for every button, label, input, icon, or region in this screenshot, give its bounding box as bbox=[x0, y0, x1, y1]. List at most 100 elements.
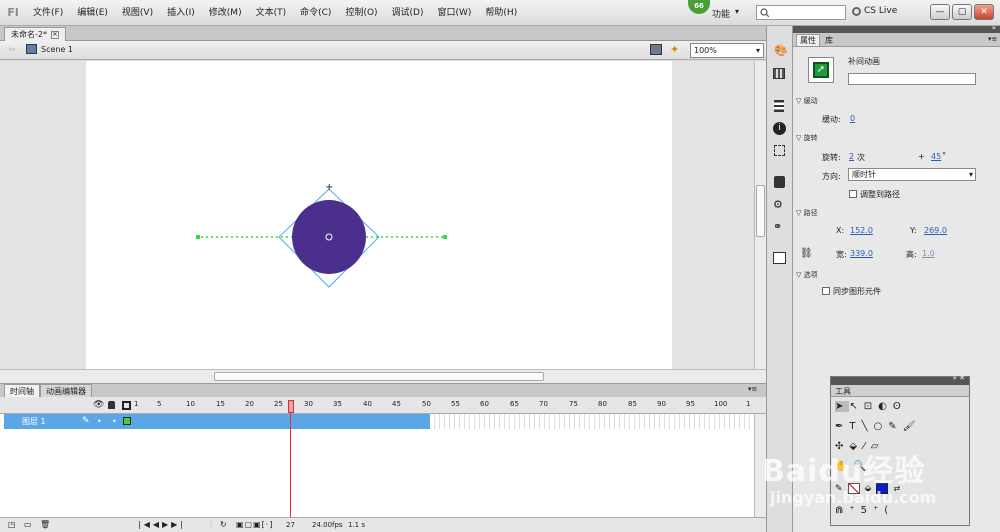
loop-icon[interactable]: ↻ bbox=[220, 520, 227, 529]
zoom-select[interactable]: 100% ▾ bbox=[690, 43, 764, 58]
sync-graphic-checkbox[interactable] bbox=[822, 287, 830, 295]
motion-presets-icon[interactable]: ⚙ bbox=[773, 198, 783, 211]
panel-menu-icon[interactable]: ▾≡ bbox=[748, 385, 757, 393]
tools-panel-header[interactable]: » ✕ bbox=[831, 374, 969, 385]
eye-icon[interactable]: 👁 bbox=[93, 400, 104, 410]
path-y-value[interactable]: 269.0 bbox=[924, 226, 947, 235]
menu-file[interactable]: 文件(F) bbox=[26, 0, 70, 26]
playhead-handle[interactable] bbox=[288, 400, 294, 413]
rotate-section-header[interactable]: ▽ 旋转 bbox=[796, 133, 998, 145]
center-frame-icon[interactable]: ⫶ bbox=[210, 520, 212, 530]
3d-rotation-icon[interactable]: ◐ bbox=[878, 401, 893, 412]
subselection-tool-icon[interactable]: ↖ bbox=[849, 401, 863, 412]
swatches-panel-icon[interactable] bbox=[773, 68, 785, 79]
menu-insert[interactable]: 插入(I) bbox=[160, 0, 202, 26]
path-x-value[interactable]: 152.0 bbox=[850, 226, 873, 235]
fps-value[interactable]: 24.00 bbox=[312, 521, 332, 529]
menu-modify[interactable]: 修改(M) bbox=[202, 0, 249, 26]
motion-path-end[interactable] bbox=[443, 235, 447, 239]
scroll-thumb[interactable] bbox=[214, 372, 544, 381]
menu-edit[interactable]: 编辑(E) bbox=[70, 0, 115, 26]
brush-tool-icon[interactable]: 🖌 bbox=[903, 421, 922, 432]
onion-skin-icon[interactable]: ▣▢▣[·] bbox=[236, 520, 273, 529]
horizontal-scrollbar[interactable] bbox=[0, 369, 766, 383]
vertical-scrollbar[interactable] bbox=[754, 61, 766, 369]
instance-name-input[interactable] bbox=[848, 73, 976, 85]
oval-tool-icon[interactable]: ○ bbox=[874, 421, 889, 432]
menu-window[interactable]: 窗口(W) bbox=[431, 0, 479, 26]
path-section-header[interactable]: ▽ 路径 bbox=[796, 208, 998, 220]
document-tab[interactable]: 未命名-2* ✕ bbox=[4, 27, 66, 41]
outline-icon[interactable] bbox=[122, 401, 131, 410]
maximize-button[interactable]: ▢ bbox=[952, 4, 972, 20]
edit-symbols-icon[interactable]: ✦ bbox=[670, 43, 679, 56]
ease-section-header[interactable]: ▽ 缓动 bbox=[796, 96, 998, 108]
menu-view[interactable]: 视图(V) bbox=[115, 0, 160, 26]
motion-path-start[interactable] bbox=[196, 235, 200, 239]
menu-text[interactable]: 文本(T) bbox=[249, 0, 294, 26]
new-layer-icon[interactable]: ◳ bbox=[8, 520, 16, 529]
components-panel-icon[interactable] bbox=[774, 176, 785, 188]
chevron-down-icon: ▾ bbox=[755, 46, 760, 55]
lock-icon[interactable] bbox=[108, 401, 115, 409]
new-folder-icon[interactable]: ▭ bbox=[24, 520, 32, 529]
line-tool-icon[interactable]: ╲ bbox=[862, 421, 874, 432]
frame-ruler[interactable]: 1 5 10 15 20 25 30 35 40 45 50 55 60 65 … bbox=[134, 397, 754, 414]
link-icon[interactable]: ⛓ bbox=[800, 248, 813, 259]
playback-controls[interactable]: |◀◀▶▶| bbox=[138, 520, 186, 529]
menu-help[interactable]: 帮助(H) bbox=[478, 0, 524, 26]
path-height-value[interactable]: 1.0 bbox=[922, 249, 935, 258]
chevron-down-icon[interactable]: ▾ bbox=[735, 7, 739, 16]
lasso-icon[interactable]: ʘ bbox=[893, 401, 907, 412]
tab-properties[interactable]: 属性 bbox=[796, 34, 820, 46]
path-width-value[interactable]: 339.0 bbox=[850, 249, 873, 258]
edit-scene-icon[interactable] bbox=[650, 44, 662, 55]
search-input[interactable] bbox=[756, 5, 846, 20]
pencil-tool-icon[interactable]: ✎ bbox=[888, 421, 902, 432]
trash-icon[interactable]: 🗑 bbox=[40, 520, 50, 529]
workspace-switcher[interactable]: 功能 bbox=[712, 7, 730, 20]
tab-timeline[interactable]: 时间轴 bbox=[4, 384, 40, 397]
code-snippets-icon[interactable]: ⚭ bbox=[773, 220, 782, 233]
close-button[interactable]: ✕ bbox=[974, 4, 994, 20]
menu-commands[interactable]: 命令(C) bbox=[293, 0, 338, 26]
color-panel-icon[interactable]: 🎨 bbox=[774, 44, 788, 57]
tools-row-1: ➤↖⊡◐ʘ bbox=[835, 401, 907, 412]
back-arrow-icon[interactable]: ⇦ bbox=[8, 45, 16, 55]
orient-to-path-checkbox[interactable] bbox=[849, 190, 857, 198]
options-section-header[interactable]: ▽ 选项 bbox=[796, 270, 998, 282]
pen-tool-icon[interactable]: ✒ bbox=[835, 421, 849, 432]
tab-motion-editor[interactable]: 动画编辑器 bbox=[40, 384, 92, 397]
purple-circle[interactable] bbox=[292, 200, 366, 274]
selection-tool-icon[interactable]: ➤ bbox=[835, 401, 850, 412]
empty-frames[interactable] bbox=[430, 414, 754, 429]
document-tab-bar bbox=[0, 26, 766, 41]
menu-debug[interactable]: 调试(D) bbox=[385, 0, 431, 26]
transform-panel-icon[interactable] bbox=[774, 145, 785, 156]
free-transform-icon[interactable]: ⊡ bbox=[864, 401, 878, 412]
visibility-dot[interactable]: • bbox=[97, 414, 102, 429]
menu-bar: Fl 文件(F) 编辑(E) 视图(V) 插入(I) 修改(M) 文本(T) 命… bbox=[0, 0, 1000, 26]
tab-library[interactable]: 库 bbox=[822, 35, 836, 46]
layer-color-swatch[interactable] bbox=[123, 417, 131, 425]
close-icon[interactable]: ✕ bbox=[50, 30, 59, 39]
info-panel-icon[interactable]: i bbox=[773, 122, 786, 135]
text-tool-icon[interactable]: T bbox=[849, 421, 861, 432]
menu-control[interactable]: 控制(O) bbox=[338, 0, 384, 26]
lock-dot[interactable]: • bbox=[112, 414, 117, 429]
cs-live-button[interactable]: CS Live bbox=[852, 6, 897, 16]
panel-menu-icon[interactable]: ▾≡ bbox=[988, 35, 997, 43]
rotate-count[interactable]: 2 bbox=[849, 152, 854, 161]
rotate-degrees[interactable]: 45 bbox=[931, 152, 941, 161]
align-panel-icon[interactable] bbox=[774, 100, 784, 112]
history-panel-icon[interactable] bbox=[773, 252, 786, 264]
layer-1[interactable]: 图层 1 ✎ • • bbox=[4, 414, 134, 429]
tween-span[interactable] bbox=[134, 414, 430, 429]
direction-select[interactable]: 顺时针 ▾ bbox=[848, 168, 976, 181]
minimize-button[interactable]: — bbox=[930, 4, 950, 20]
scroll-thumb[interactable] bbox=[756, 185, 765, 237]
collapse-icon[interactable]: » ✕ bbox=[953, 374, 965, 382]
ease-value[interactable]: 0 bbox=[850, 114, 855, 123]
collapse-icon[interactable]: » bbox=[992, 24, 996, 32]
tools-row-2: ✒T╲○✎🖌 bbox=[835, 421, 921, 432]
